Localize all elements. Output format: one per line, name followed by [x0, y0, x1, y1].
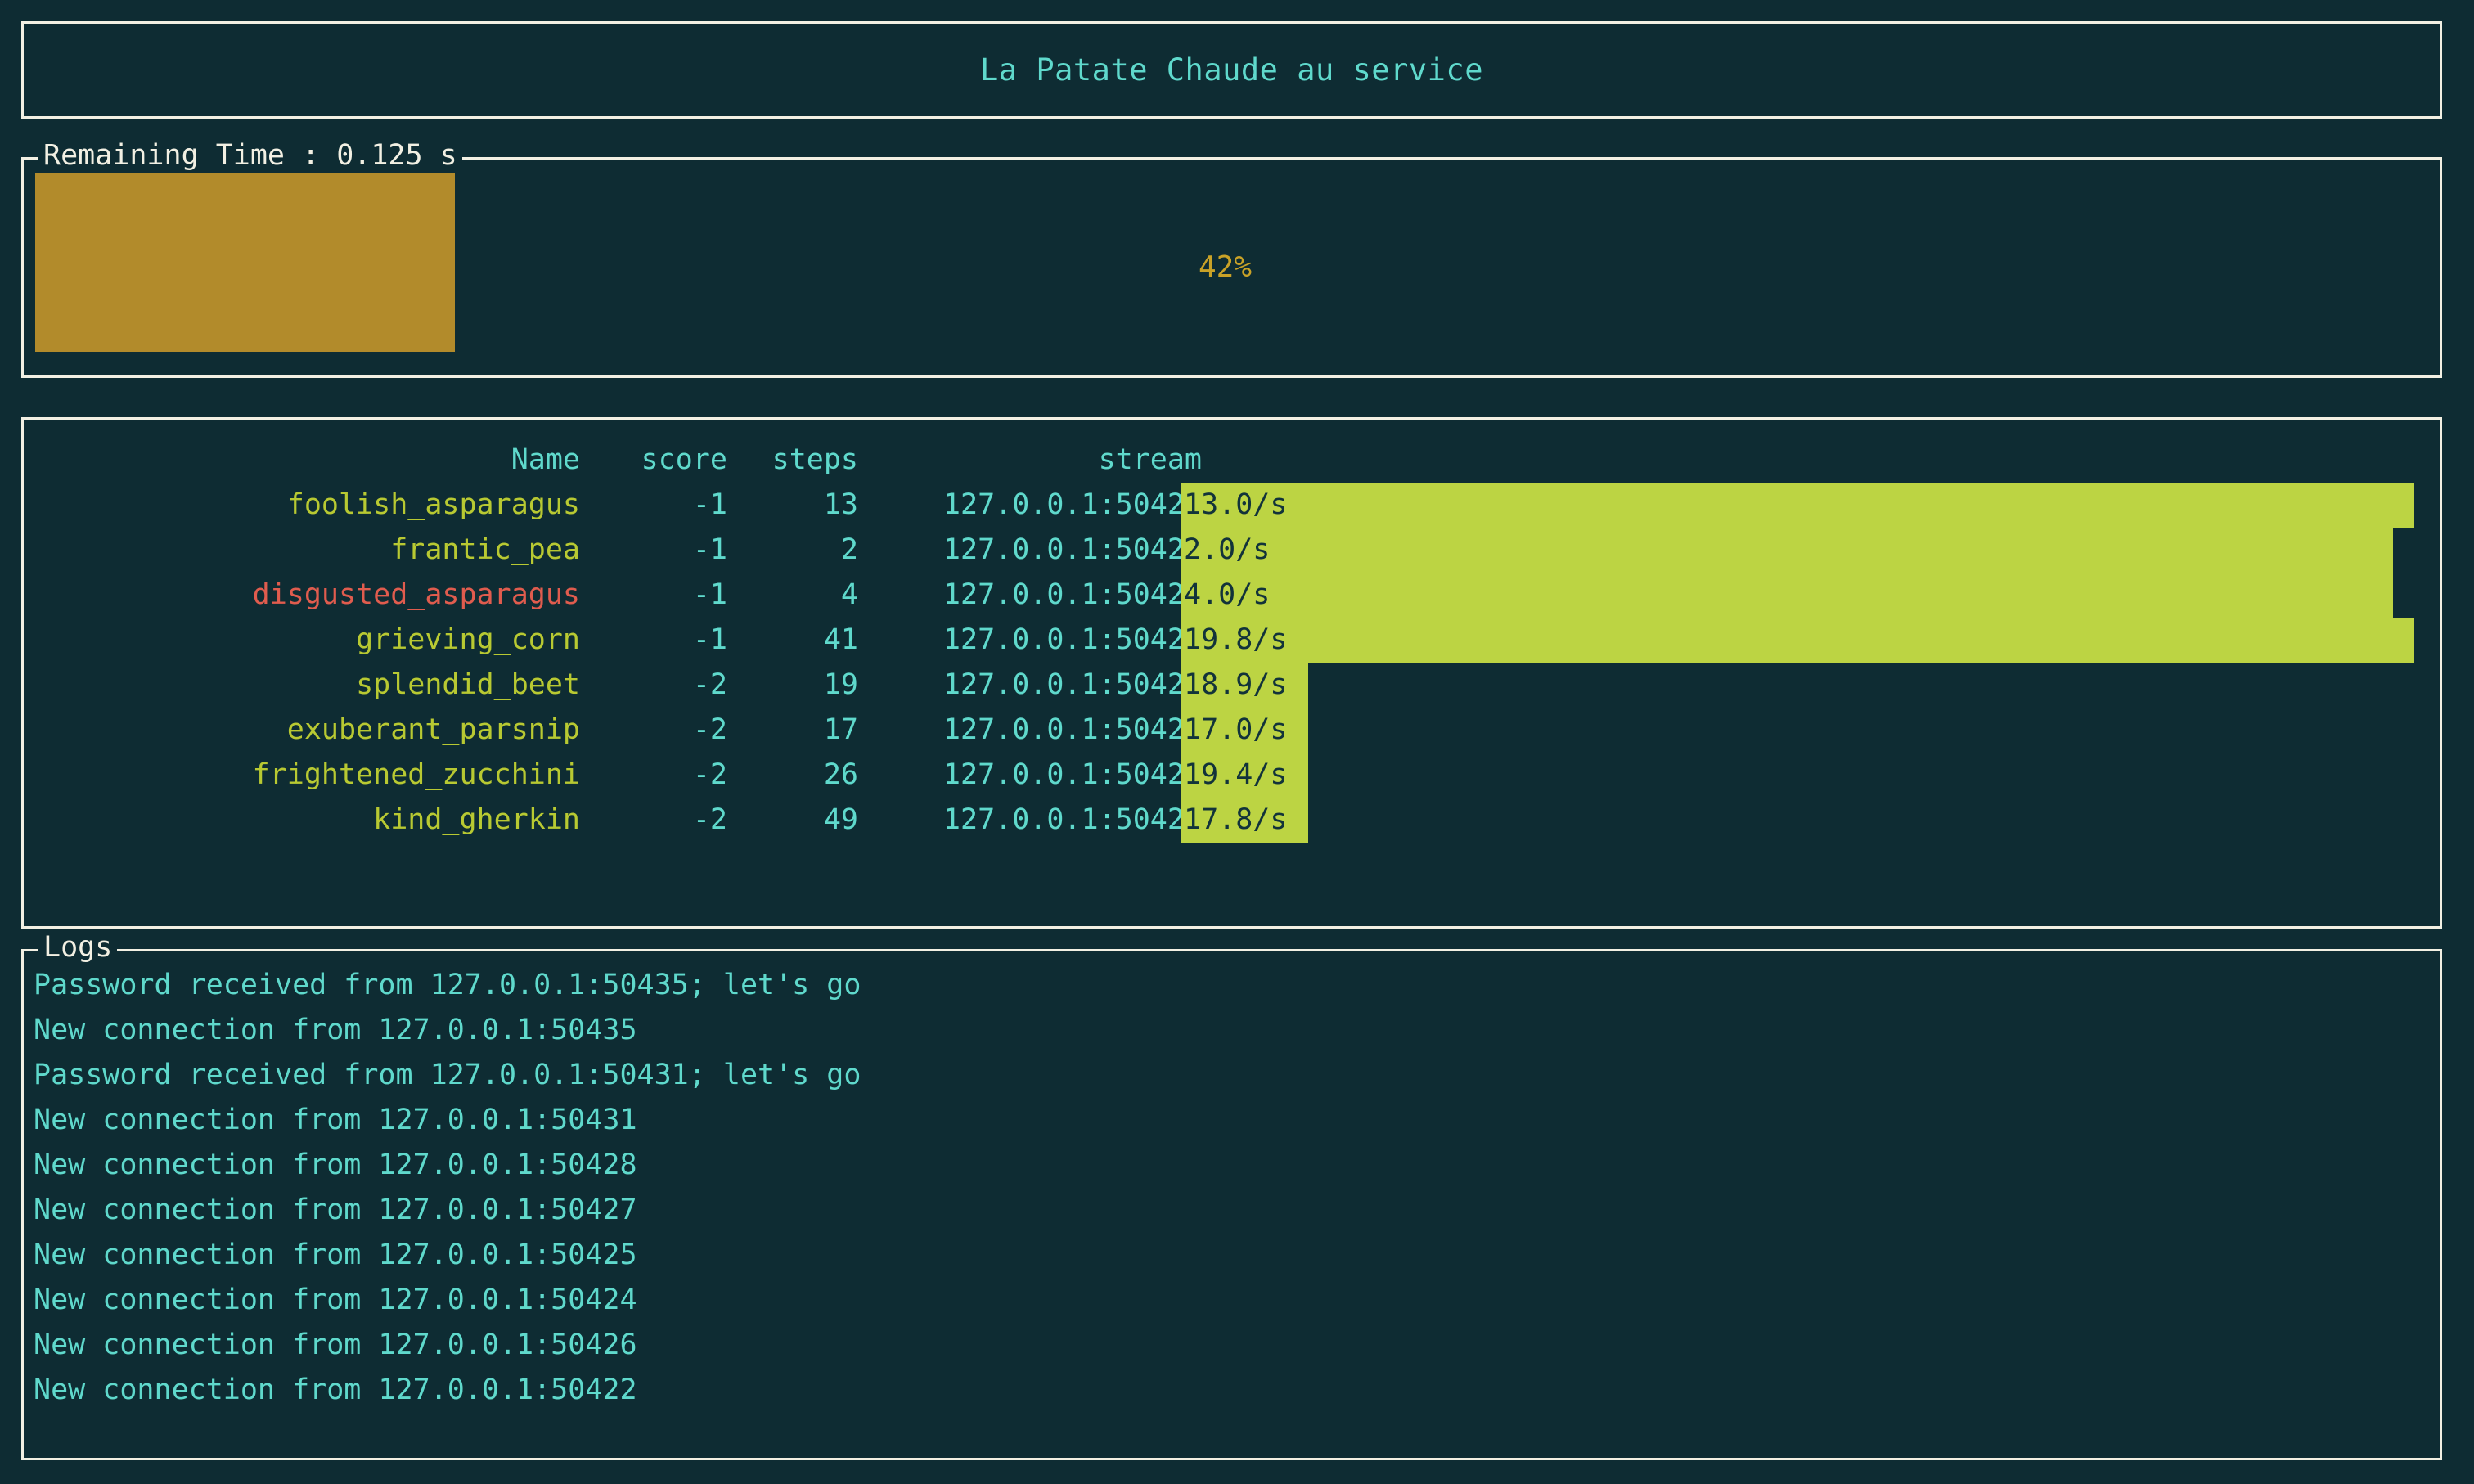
log-line: New connection from 127.0.0.1:50435: [34, 1008, 2430, 1053]
cell-name: kind_gherkin: [179, 798, 580, 843]
table-row[interactable]: disgusted_asparagus-14127.0.0.1:50425: [179, 573, 1202, 618]
cell-steps: 49: [727, 798, 858, 843]
cell-stream: 127.0.0.1:50425: [858, 573, 1202, 618]
log-line: New connection from 127.0.0.1:50431: [34, 1098, 2430, 1143]
cell-name: frightened_zucchini: [179, 753, 580, 798]
remaining-time-label: Remaining Time : 0.125 s: [38, 142, 462, 170]
remaining-time-panel: Remaining Time : 0.125 s 42%: [21, 157, 2442, 378]
table-row[interactable]: grieving_corn-141127.0.0.1:50422: [179, 618, 1202, 663]
cell-score: -2: [580, 708, 727, 753]
cell-score: -1: [580, 528, 727, 573]
cell-name: splendid_beet: [179, 663, 580, 708]
column-header-stream: stream: [858, 438, 1202, 483]
cell-steps: 26: [727, 753, 858, 798]
progress-bar-fill: [35, 173, 455, 352]
cell-steps: 13: [727, 483, 858, 528]
cell-name: disgusted_asparagus: [179, 573, 580, 618]
table-row[interactable]: foolish_asparagus-113127.0.0.1:50421: [179, 483, 1202, 528]
table-row[interactable]: frightened_zucchini-226127.0.0.1:50423: [179, 753, 1202, 798]
log-line: New connection from 127.0.0.1:50428: [34, 1143, 2430, 1188]
log-line: New connection from 127.0.0.1:50427: [34, 1188, 2430, 1233]
column-header-steps: steps: [727, 438, 858, 483]
cell-steps: 4: [727, 573, 858, 618]
players-table-panel: Name score steps stream foolish_asparagu…: [21, 417, 2442, 929]
logs-panel: Logs Password received from 127.0.0.1:50…: [21, 949, 2442, 1460]
cell-name: exuberant_parsnip: [179, 708, 580, 753]
players-table-wrap: Name score steps stream foolish_asparagu…: [24, 438, 2440, 843]
cell-score: -2: [580, 663, 727, 708]
cell-score: -1: [580, 483, 727, 528]
cell-stream: 127.0.0.1:50428: [858, 708, 1202, 753]
table-row[interactable]: exuberant_parsnip-217127.0.0.1:50428: [179, 708, 1202, 753]
progress-row: 42%: [35, 173, 2428, 362]
cell-stream: 127.0.0.1:50426: [858, 798, 1202, 843]
cell-stream: 127.0.0.1:50427: [858, 663, 1202, 708]
page-title: La Patate Chaude au service: [980, 55, 1483, 85]
log-line: Password received from 127.0.0.1:50431; …: [34, 1053, 2430, 1098]
log-line: New connection from 127.0.0.1:50422: [34, 1368, 2430, 1413]
table-row[interactable]: frantic_pea-12127.0.0.1:50424: [179, 528, 1202, 573]
cell-steps: 2: [727, 528, 858, 573]
cell-steps: 41: [727, 618, 858, 663]
table-body: foolish_asparagus-113127.0.0.1:50421fran…: [179, 483, 1202, 843]
header-panel: La Patate Chaude au service: [21, 21, 2442, 119]
table-row[interactable]: kind_gherkin-249127.0.0.1:50426: [179, 798, 1202, 843]
cell-name: grieving_corn: [179, 618, 580, 663]
cell-steps: 19: [727, 663, 858, 708]
table-row[interactable]: splendid_beet-219127.0.0.1:50427: [179, 663, 1202, 708]
cell-stream: 127.0.0.1:50422: [858, 618, 1202, 663]
log-line: New connection from 127.0.0.1:50424: [34, 1278, 2430, 1323]
cell-stream: 127.0.0.1:50423: [858, 753, 1202, 798]
cell-score: -1: [580, 573, 727, 618]
column-header-name: Name: [179, 438, 580, 483]
progress-percent-label: 42%: [1199, 253, 1252, 282]
cell-score: -1: [580, 618, 727, 663]
cell-score: -2: [580, 753, 727, 798]
cell-score: -2: [580, 798, 727, 843]
log-line: New connection from 127.0.0.1:50425: [34, 1233, 2430, 1278]
column-header-score: score: [580, 438, 727, 483]
logs-body[interactable]: Password received from 127.0.0.1:50435; …: [34, 963, 2430, 1450]
cell-name: frantic_pea: [179, 528, 580, 573]
log-line: Password received from 127.0.0.1:50435; …: [34, 963, 2430, 1008]
logs-label: Logs: [38, 933, 117, 962]
cell-stream: 127.0.0.1:50421: [858, 483, 1202, 528]
progress-track: [35, 173, 1035, 352]
players-table: Name score steps stream foolish_asparagu…: [179, 438, 1202, 843]
cell-steps: 17: [727, 708, 858, 753]
log-line: New connection from 127.0.0.1:50426: [34, 1323, 2430, 1368]
cell-stream: 127.0.0.1:50424: [858, 528, 1202, 573]
table-head: Name score steps stream: [179, 438, 1202, 483]
cell-name: foolish_asparagus: [179, 483, 580, 528]
table-header-row: Name score steps stream: [179, 438, 1202, 483]
